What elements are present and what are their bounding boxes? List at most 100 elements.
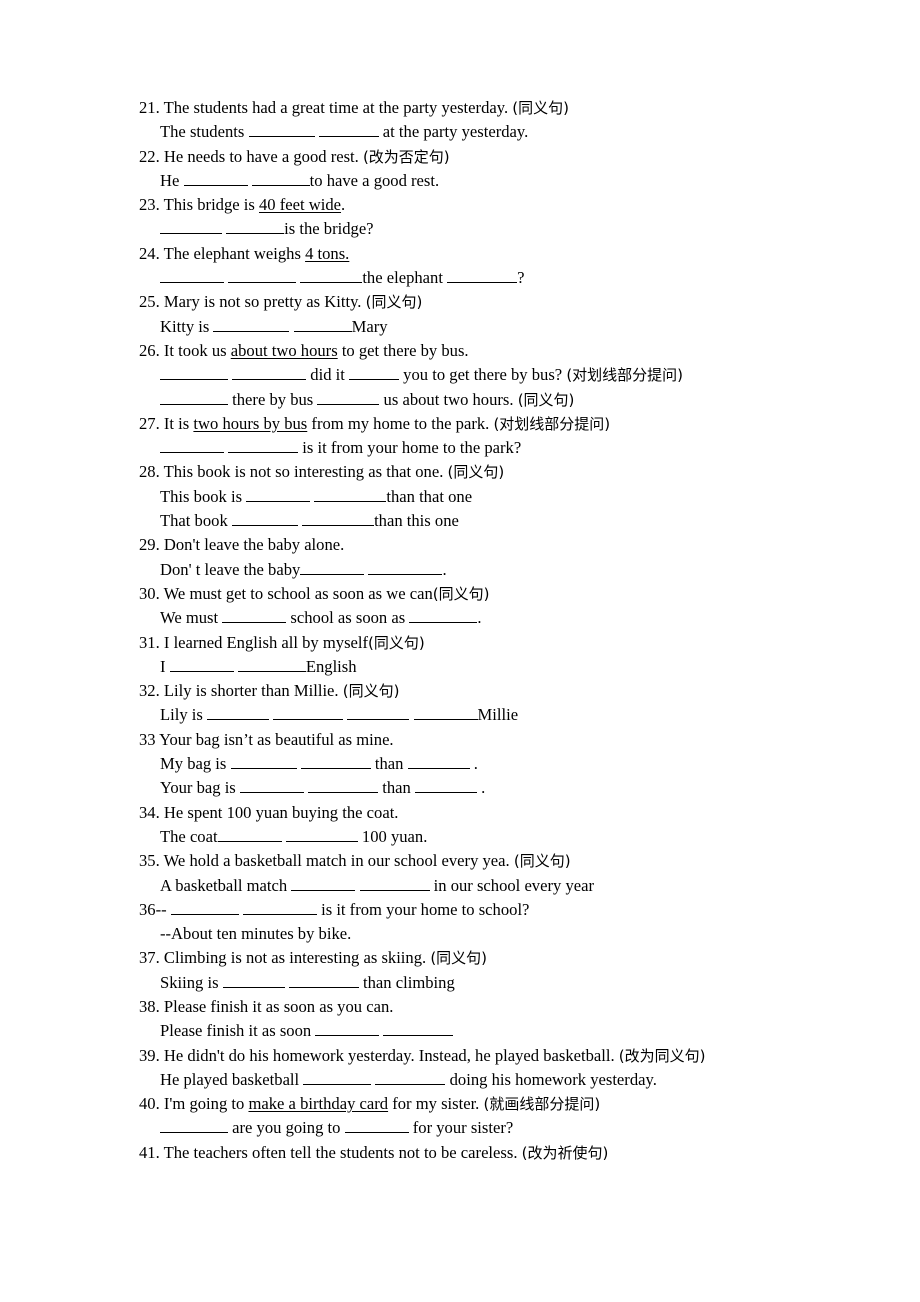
- answer-line: Please finish it as soon: [139, 1019, 839, 1043]
- answer-text: Your bag is: [160, 778, 240, 798]
- answer-blank[interactable]: [293, 315, 352, 332]
- question-text-tail: .: [341, 195, 346, 215]
- answer-text: doing his homework yesterday.: [445, 1069, 657, 1089]
- question-line: 38. Please finish it as soon as you can.: [139, 995, 839, 1019]
- answer-blank[interactable]: [160, 267, 224, 284]
- answer-text: Mary: [351, 316, 388, 336]
- answer-text: .: [477, 608, 482, 628]
- answer-blank[interactable]: [344, 1117, 409, 1134]
- instruction-tag: (同义句): [517, 390, 575, 409]
- answer-blank[interactable]: [315, 1020, 380, 1037]
- answer-text: is it from your home to school?: [316, 899, 530, 919]
- answer-blank[interactable]: [368, 558, 443, 575]
- exercise-item: 38. Please finish it as soon as you can.…: [139, 995, 839, 1044]
- answer-blank[interactable]: [414, 777, 477, 794]
- answer-blank[interactable]: [232, 364, 307, 381]
- answer-blank[interactable]: [228, 267, 297, 284]
- answer-blank[interactable]: [222, 971, 285, 988]
- answer-blank[interactable]: [300, 558, 365, 575]
- worksheet-page: 21. The students had a great time at the…: [0, 0, 920, 1302]
- answer-blank[interactable]: [303, 1069, 372, 1085]
- answer-blank[interactable]: [407, 753, 470, 770]
- answer-text: at the party yesterday.: [378, 122, 529, 142]
- answer-blank[interactable]: [231, 510, 298, 527]
- exercise-item: 35. We hold a basketball match in our sc…: [139, 849, 839, 898]
- exercise-item: 27. It is two hours by bus from my home …: [139, 412, 839, 461]
- instruction-tag: (同义句): [368, 633, 425, 652]
- instruction-tag: (同义句): [512, 99, 569, 117]
- answer-blank[interactable]: [239, 777, 304, 794]
- answer-blank[interactable]: [226, 218, 285, 235]
- answer-blank[interactable]: [160, 1117, 228, 1134]
- answer-blank[interactable]: [349, 364, 400, 381]
- answer-blank[interactable]: [300, 753, 371, 770]
- answer-blank[interactable]: [160, 437, 224, 454]
- question-line: 21. The students had a great time at the…: [139, 96, 839, 120]
- instruction-tag: (同义句): [365, 293, 423, 312]
- answer-blank[interactable]: [285, 826, 358, 842]
- answer-blank[interactable]: [318, 121, 379, 138]
- answer-blank[interactable]: [228, 437, 299, 454]
- exercise-item: 33 Your bag isn’t as beautiful as mine. M…: [139, 728, 839, 801]
- answer-blank[interactable]: [375, 1069, 446, 1085]
- exercise-item: 37. Climbing is not as interesting as sk…: [139, 946, 839, 995]
- answer-line: there by bus us about two hours. (同义句): [139, 388, 839, 412]
- answer-text: ?: [517, 268, 525, 288]
- instruction-tag: (改为祈使句): [521, 1143, 609, 1162]
- answer-blank[interactable]: [160, 218, 222, 235]
- answer-text: The coat: [160, 826, 218, 846]
- answer-blank[interactable]: [383, 1020, 454, 1037]
- instruction-tag: (同义句): [447, 463, 505, 482]
- answer-blank[interactable]: [160, 388, 228, 405]
- answer-blank[interactable]: [251, 170, 310, 186]
- answer-text: than: [378, 778, 415, 798]
- answer-blank[interactable]: [288, 971, 359, 988]
- instruction-tag: (对划线部分提问): [493, 414, 611, 433]
- question-line: 40. I'm going to make a birthday card fo…: [139, 1092, 839, 1116]
- answer-text: Don' t leave the baby: [160, 559, 301, 579]
- question-line: 27. It is two hours by bus from my home …: [139, 412, 839, 436]
- question-text: The elephant weighs: [163, 243, 306, 263]
- answer-blank[interactable]: [314, 485, 387, 502]
- answer-text: English: [305, 656, 357, 676]
- exercise-item: 26. It took us about two hours to get th…: [139, 339, 839, 412]
- answer-text: This book is: [160, 486, 247, 506]
- answer-blank[interactable]: [248, 121, 315, 138]
- answer-blank[interactable]: [291, 874, 356, 891]
- answer-blank[interactable]: [300, 267, 363, 284]
- instruction-tag: (同义句): [513, 852, 571, 871]
- question-text: The students had a great time at the par…: [163, 98, 513, 117]
- answer-blank[interactable]: [447, 267, 518, 284]
- item-number: 33: [139, 729, 160, 749]
- question-line: 41. The teachers often tell the students…: [139, 1141, 839, 1165]
- answer-blank[interactable]: [246, 485, 311, 502]
- answer-blank[interactable]: [308, 777, 379, 794]
- answer-blank[interactable]: [413, 704, 478, 721]
- answer-blank[interactable]: [242, 899, 317, 915]
- answer-text: are you going to: [228, 1118, 345, 1138]
- answer-blank[interactable]: [183, 170, 248, 186]
- answer-blank[interactable]: [237, 656, 306, 672]
- answer-blank[interactable]: [222, 607, 287, 624]
- answer-blank[interactable]: [317, 388, 380, 405]
- answer-text: .: [469, 754, 478, 774]
- answer-blank[interactable]: [302, 510, 375, 527]
- answer-blank[interactable]: [217, 826, 282, 842]
- answer-blank[interactable]: [347, 704, 410, 721]
- answer-blank[interactable]: [213, 315, 290, 332]
- answer-blank[interactable]: [170, 899, 239, 915]
- answer-text: Please finish it as soon: [160, 1021, 316, 1041]
- answer-blank[interactable]: [273, 704, 344, 721]
- question-line: 22. He needs to have a good rest. (改为否定句…: [139, 145, 839, 169]
- answer-blank[interactable]: [409, 607, 478, 624]
- answer-blank[interactable]: [359, 874, 430, 891]
- answer-blank[interactable]: [160, 364, 228, 381]
- item-number: 38.: [139, 996, 164, 1016]
- question-text: He spent 100 yuan buying the coat.: [163, 802, 399, 822]
- item-number: 22.: [139, 146, 164, 166]
- answer-blank[interactable]: [169, 656, 234, 672]
- question-line: 39. He didn't do his homework yesterday.…: [139, 1044, 839, 1068]
- answer-line: That book than this one: [139, 509, 839, 533]
- answer-blank[interactable]: [207, 704, 270, 721]
- answer-blank[interactable]: [230, 753, 297, 770]
